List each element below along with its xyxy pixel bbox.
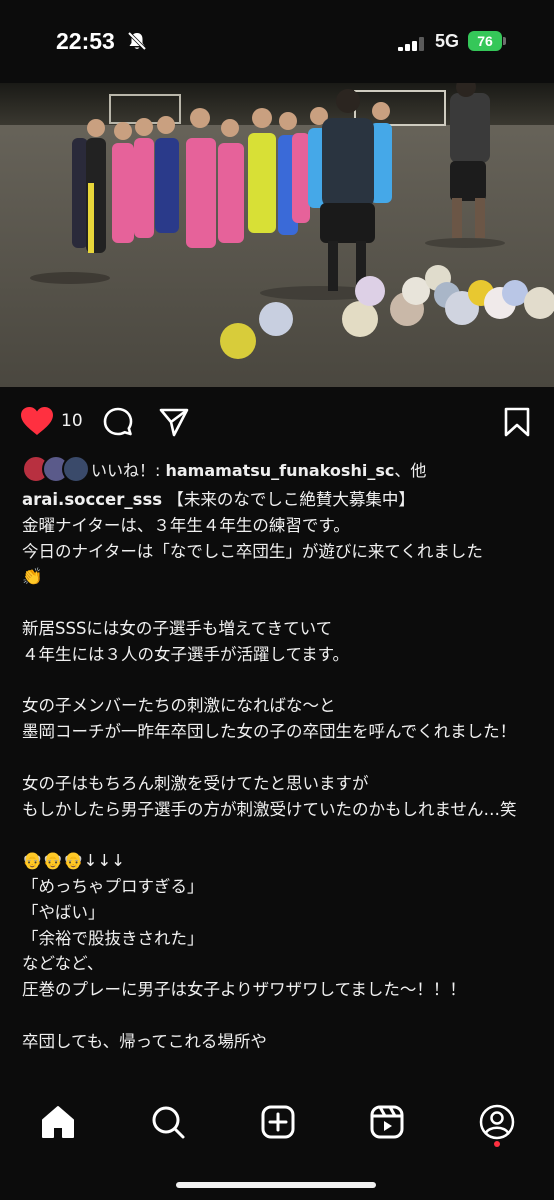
caption-line: もしかしたら男子選手の方が刺激受けていたのかもしれません…笑 — [22, 799, 517, 819]
post-photo[interactable] — [0, 83, 554, 387]
silent-bell-icon — [126, 30, 148, 56]
caption-line — [22, 1003, 542, 1029]
home-indicator — [176, 1182, 376, 1188]
network-type: 5G — [435, 31, 460, 51]
caption-line: などなど、 — [22, 954, 104, 974]
caption-line: 👴👴👴↓↓↓ — [22, 851, 126, 871]
notification-dot — [494, 1141, 500, 1147]
likes-username[interactable]: hamamatsu_funakoshi_sc — [165, 461, 394, 480]
likes-suffix: 、他 — [394, 461, 427, 480]
caption-line: 「余裕で股抜きされた」 — [22, 928, 204, 948]
like-count[interactable]: 10 — [61, 411, 83, 431]
reels-icon[interactable] — [367, 1102, 407, 1142]
caption-line: 「やばい」 — [22, 902, 105, 922]
caption-line — [22, 822, 542, 848]
avatar — [62, 455, 90, 483]
post-action-bar: 10 — [0, 400, 554, 444]
signal-icon — [398, 36, 426, 55]
search-icon[interactable] — [148, 1102, 188, 1142]
caption-line: ４年生には３人の女子選手が活躍してます。 — [22, 644, 350, 664]
caption-text: 【未来のなでしこ絶賛大募集中】 — [167, 490, 415, 509]
caption-line: 女の子はもちろん刺激を受けてたと思いますが — [22, 773, 369, 793]
status-bar: 22:53 5G 76 — [0, 0, 554, 82]
share-icon[interactable] — [158, 406, 190, 442]
caption-line: 女の子メンバーたちの刺激になればな〜と — [22, 696, 336, 716]
caption-line: 今日のナイターは「なでしこ卒団生」が遊びに来てくれました — [22, 541, 483, 561]
caption-line: 圧巻のプレーに男子は女子よりザワザワしてました〜！！！ — [22, 980, 466, 1000]
post-caption: arai.soccer_sss 【未来のなでしこ絶賛大募集中】 金曜ナイターは、３… — [22, 487, 542, 1055]
liked-by-text: いいね！: hamamatsu_funakoshi_sc、他 — [91, 457, 426, 481]
caption-line — [22, 590, 542, 616]
caption-line: 卒団しても、帰ってこれる場所や — [22, 1031, 267, 1051]
battery-tip — [503, 37, 506, 45]
caption-line: arai.soccer_sss 【未来のなでしこ絶賛大募集中】 — [22, 487, 542, 513]
bookmark-icon[interactable] — [503, 406, 531, 442]
likes-prefix: いいね！: — [91, 461, 166, 480]
heart-icon[interactable] — [20, 406, 54, 440]
battery-icon: 76 — [468, 31, 502, 51]
caption-line: 新居SSSには女の子選手も増えてきていて — [22, 618, 333, 638]
profile-icon[interactable] — [477, 1102, 517, 1142]
caption-line — [22, 745, 542, 771]
caption-line: 墨岡コーチが一昨年卒団した女の子の卒団生を呼んでくれました！ — [22, 722, 517, 742]
caption-line — [22, 668, 542, 694]
comment-icon[interactable] — [102, 406, 134, 442]
liked-by-row[interactable]: いいね！: hamamatsu_funakoshi_sc、他 — [22, 455, 542, 483]
status-time: 22:53 — [56, 28, 115, 54]
caption-line: 金曜ナイターは、３年生４年生の練習です。 — [22, 515, 350, 535]
create-icon[interactable] — [258, 1102, 298, 1142]
post-username[interactable]: arai.soccer_sss — [22, 490, 162, 509]
caption-line: 👏 — [22, 567, 43, 587]
caption-line: 「めっちゃプロすぎる」 — [22, 876, 204, 896]
home-icon[interactable] — [38, 1102, 78, 1142]
